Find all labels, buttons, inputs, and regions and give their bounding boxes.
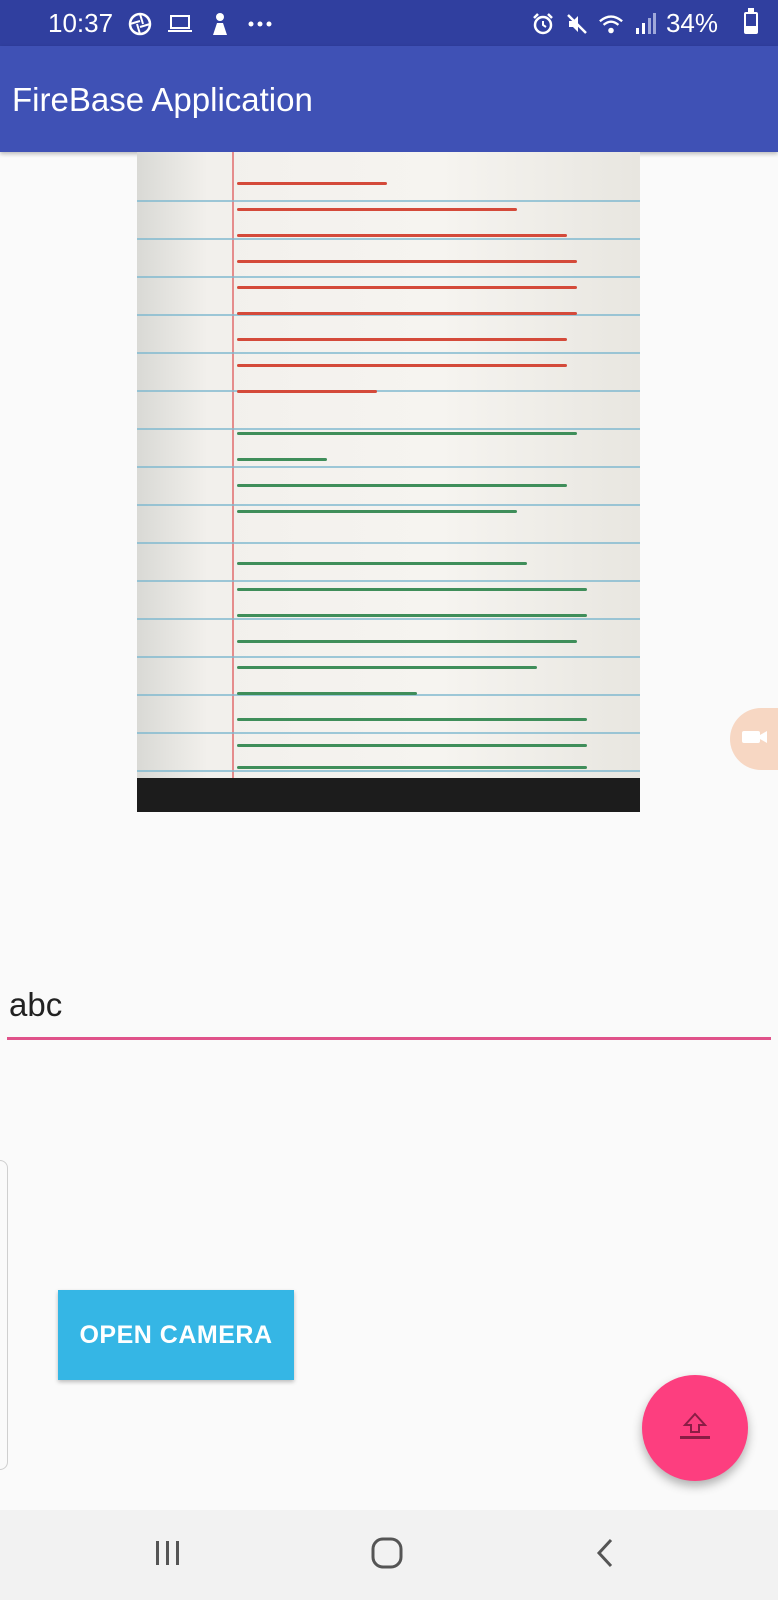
app-title: FireBase Application [12, 81, 313, 118]
upload-icon [677, 1411, 713, 1446]
signal-icon [632, 10, 658, 38]
back-button[interactable] [575, 1532, 635, 1578]
open-camera-button[interactable]: OPEN CAMERA [58, 1290, 294, 1380]
floating-side-handle[interactable] [730, 708, 778, 770]
laptop-icon [167, 10, 193, 38]
upload-fab-button[interactable] [642, 1375, 748, 1481]
app-bar: FireBase Application [0, 46, 778, 152]
wifi-icon [598, 10, 624, 38]
status-time: 10:37 [48, 8, 114, 38]
edge-panel-tab[interactable] [0, 1160, 8, 1470]
status-bar: 10:37 34% [0, 0, 778, 46]
home-icon [370, 1536, 404, 1575]
mute-icon [564, 10, 590, 38]
battery-icon [744, 8, 758, 34]
recents-icon [152, 1539, 184, 1572]
recents-button[interactable] [138, 1532, 198, 1578]
more-icon [247, 10, 273, 38]
text-input-field[interactable] [7, 980, 771, 1040]
home-button[interactable] [357, 1532, 417, 1578]
status-left: 10:37 [48, 8, 273, 39]
captured-image-preview [137, 152, 640, 812]
video-camera-icon [740, 727, 768, 752]
navigation-bar [0, 1510, 778, 1600]
back-icon [594, 1537, 616, 1574]
aperture-icon [127, 10, 153, 38]
alarm-icon [530, 10, 556, 38]
status-right: 34% [530, 8, 718, 39]
person-icon [207, 10, 233, 38]
battery-percent: 34% [665, 8, 718, 38]
